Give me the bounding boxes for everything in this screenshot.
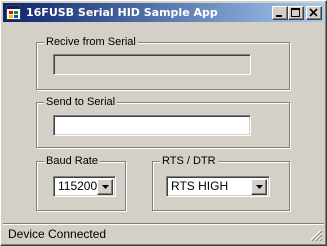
maximize-icon bbox=[291, 8, 300, 17]
resize-grip-icon[interactable] bbox=[310, 229, 322, 241]
receive-textbox bbox=[53, 54, 251, 75]
rts-dtr-dropdown-button[interactable] bbox=[251, 179, 267, 195]
chevron-down-icon bbox=[102, 185, 109, 189]
app-window-icon bbox=[6, 5, 21, 20]
baud-rate-label: Baud Rate bbox=[44, 154, 100, 168]
rts-dtr-groupbox: RTS / DTR RTS HIGH bbox=[152, 154, 290, 211]
status-text: Device Connected bbox=[8, 227, 107, 241]
baud-rate-dropdown-button[interactable] bbox=[97, 179, 113, 195]
baud-rate-value: 115200 bbox=[58, 179, 98, 193]
send-groupbox: Send to Serial bbox=[36, 95, 290, 148]
send-group-label: Send to Serial bbox=[44, 95, 118, 109]
minimize-button[interactable] bbox=[272, 6, 288, 20]
main-window: 16FUSB Serial HID Sample App Recive from… bbox=[0, 0, 327, 246]
close-icon bbox=[309, 8, 318, 17]
maximize-button[interactable] bbox=[288, 6, 304, 20]
title-bar[interactable]: 16FUSB Serial HID Sample App bbox=[3, 3, 324, 22]
receive-groupbox: Recive from Serial bbox=[36, 35, 290, 90]
receive-group-label: Recive from Serial bbox=[44, 35, 138, 49]
baud-rate-select[interactable]: 115200 bbox=[53, 176, 116, 197]
close-button[interactable] bbox=[306, 6, 322, 20]
rts-dtr-select[interactable]: RTS HIGH bbox=[166, 176, 270, 197]
baud-rate-groupbox: Baud Rate 115200 bbox=[36, 154, 126, 211]
window-title: 16FUSB Serial HID Sample App bbox=[26, 6, 218, 19]
rts-dtr-value: RTS HIGH bbox=[171, 179, 229, 193]
rts-dtr-label: RTS / DTR bbox=[160, 154, 218, 168]
minimize-icon bbox=[276, 15, 282, 17]
send-textbox[interactable] bbox=[53, 115, 251, 136]
chevron-down-icon bbox=[256, 185, 263, 189]
status-bar: Device Connected bbox=[3, 223, 324, 243]
